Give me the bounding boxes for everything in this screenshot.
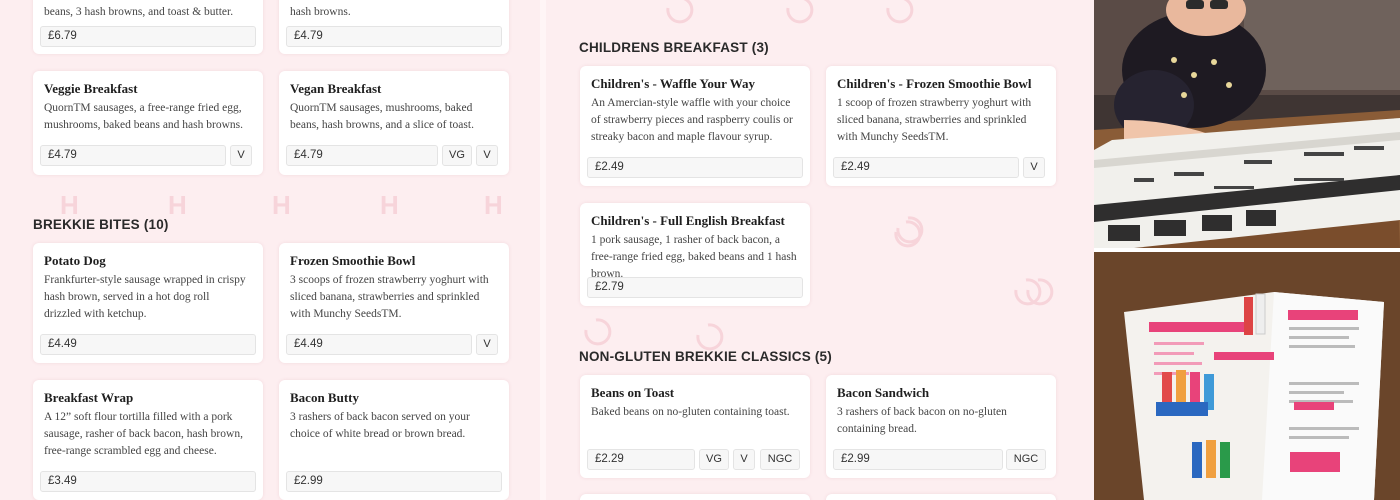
item-description: 3 rashers of back bacon on no-gluten con…: [837, 406, 1007, 435]
item-price: £2.49: [587, 157, 803, 178]
item-description: An Amercian-style waffle with your choic…: [591, 97, 793, 143]
photo-graphic: [1094, 0, 1400, 248]
item-description: Frankfurter-style sausage wrapped in cri…: [44, 274, 246, 320]
background-logo-mark: H: [168, 190, 187, 220]
dietary-badge: V: [476, 334, 498, 355]
item-description: hash browns.: [290, 6, 351, 18]
dietary-badge: VG: [699, 449, 729, 470]
menu-item-card[interactable]: Veggie Breakfast QuornTM sausages, a fre…: [33, 71, 263, 175]
menu-item-card[interactable]: Beans on Toast Baked beans on no-gluten …: [580, 375, 810, 478]
dietary-badge: NGC: [760, 449, 800, 470]
item-name: Breakfast Wrap: [44, 390, 134, 405]
item-description: Baked beans on no-gluten containing toas…: [591, 406, 790, 418]
menu-column-middle: CHILDRENS BREAKFAST (3) Children's - Waf…: [546, 0, 1092, 500]
child-with-menu-photo[interactable]: [1094, 0, 1400, 248]
menu-item-card[interactable]: Children's - Full English Breakfast 1 po…: [580, 203, 810, 306]
menu-item-card[interactable]: Children's - Frozen Smoothie Bowl 1 scoo…: [826, 66, 1056, 186]
item-price: £3.49: [40, 471, 256, 492]
menu-item-card[interactable]: Breakfast Wrap A 12” soft flour tortilla…: [33, 380, 263, 500]
item-price: £4.49: [40, 334, 256, 355]
item-name: Bacon Butty: [290, 390, 359, 405]
item-price: £2.29: [587, 449, 695, 470]
item-price: £2.79: [587, 277, 803, 298]
section-title-non-gluten: NON-GLUTEN BREKKIE CLASSICS (5): [579, 349, 832, 364]
item-price: £4.79: [286, 26, 502, 47]
menu-item-card[interactable]: Potato Dog Frankfurter-style sausage wra…: [33, 243, 263, 363]
item-price: £2.49: [833, 157, 1019, 178]
menu-item-card[interactable]: Bacon Sandwich 3 rashers of back bacon o…: [826, 375, 1056, 478]
background-logo-mark: H: [380, 190, 399, 220]
drinks-menu-photo[interactable]: [1094, 252, 1400, 500]
menu-item-card[interactable]: Frozen Smoothie Bowl 3 scoops of frozen …: [279, 243, 509, 363]
item-description: 1 scoop of frozen strawberry yoghurt wit…: [837, 97, 1032, 143]
item-price: £4.79: [40, 145, 226, 166]
item-price: £4.79: [286, 145, 438, 166]
photo-graphic: [1094, 252, 1400, 500]
item-description: QuornTM sausages, a free-range fried egg…: [44, 102, 243, 131]
item-name: Beans on Toast: [591, 385, 675, 400]
item-description: 1 pork sausage, 1 rasher of back bacon, …: [591, 234, 797, 280]
background-logo-mark: H: [484, 190, 503, 220]
item-description: 3 scoops of frozen strawberry yoghurt wi…: [290, 274, 489, 320]
item-price: £2.99: [286, 471, 502, 492]
menu-column-left: H H H H H beans, 3 hash browns, and toas…: [0, 0, 540, 500]
menu-item-card[interactable]: [580, 494, 810, 500]
dietary-badge: V: [476, 145, 498, 166]
menu-item-card[interactable]: [826, 494, 1056, 500]
section-title-childrens-breakfast: CHILDRENS BREAKFAST (3): [579, 40, 769, 55]
item-description: 3 rashers of back bacon served on your c…: [290, 411, 470, 440]
item-name: Potato Dog: [44, 253, 106, 268]
item-price: £4.49: [286, 334, 472, 355]
dietary-badge: V: [230, 145, 252, 166]
item-price: £2.99: [833, 449, 1003, 470]
background-logo-mark: H: [272, 190, 291, 220]
item-name: Veggie Breakfast: [44, 81, 138, 96]
dietary-badge: V: [733, 449, 755, 470]
menu-item-card[interactable]: hash browns. £4.79: [279, 0, 509, 54]
item-description: A 12” soft flour tortilla filled with a …: [44, 411, 243, 457]
dietary-badge: NGC: [1006, 449, 1046, 470]
dietary-badge: V: [1023, 157, 1045, 178]
item-price: £6.79: [40, 26, 256, 47]
menu-item-card[interactable]: Children's - Waffle Your Way An Amercian…: [580, 66, 810, 186]
item-name: Children's - Waffle Your Way: [591, 76, 755, 91]
item-name: Vegan Breakfast: [290, 81, 382, 96]
menu-item-card[interactable]: Bacon Butty 3 rashers of back bacon serv…: [279, 380, 509, 500]
item-name: Bacon Sandwich: [837, 385, 930, 400]
item-name: Frozen Smoothie Bowl: [290, 253, 416, 268]
menu-item-card[interactable]: Vegan Breakfast QuornTM sausages, mushro…: [279, 71, 509, 175]
menu-item-card[interactable]: beans, 3 hash browns, and toast & butter…: [33, 0, 263, 54]
dietary-badge: VG: [442, 145, 472, 166]
item-name: Children's - Frozen Smoothie Bowl: [837, 76, 1032, 91]
item-name: Children's - Full English Breakfast: [591, 213, 785, 228]
item-description: QuornTM sausages, mushrooms, baked beans…: [290, 102, 474, 131]
section-title-brekkie-bites: BREKKIE BITES (10): [33, 217, 169, 232]
item-description: beans, 3 hash browns, and toast & butter…: [44, 6, 234, 18]
